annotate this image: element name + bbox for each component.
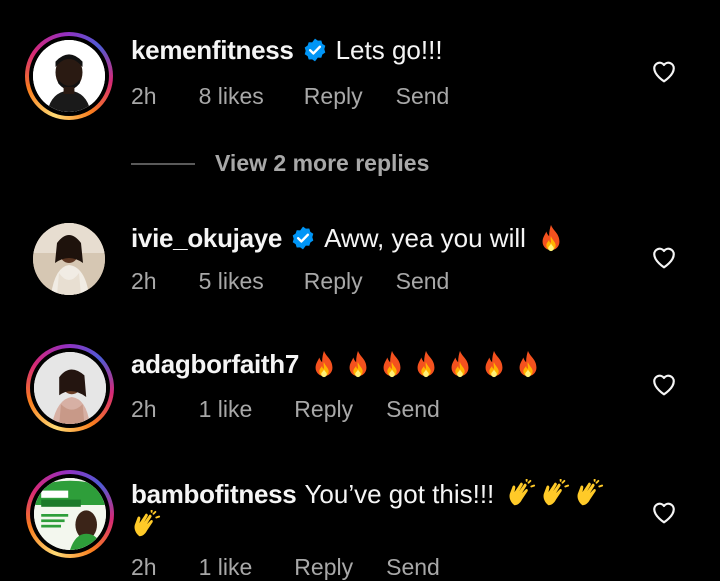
avatar — [34, 478, 106, 550]
replies-divider — [131, 162, 195, 165]
comment-likes-count[interactable]: 1 like — [199, 396, 253, 423]
comment-username[interactable]: bambofitness — [131, 478, 297, 510]
comment-timestamp: 2h — [131, 83, 157, 109]
fire-emoji — [343, 349, 373, 379]
heart-outline-icon[interactable] — [651, 372, 677, 396]
clapping-hands-emoji — [574, 479, 604, 509]
comment-emoji-group — [307, 349, 543, 379]
send-button[interactable]: Send — [386, 396, 440, 423]
comment-text: You’ve got this!!! — [304, 479, 495, 509]
comment-timestamp: 2h — [131, 554, 157, 580]
comment-timestamp: 2h — [131, 268, 157, 294]
view-more-replies-button[interactable]: View 2 more replies — [131, 150, 429, 177]
fire-emoji — [411, 349, 441, 379]
clapping-hands-emoji — [506, 479, 536, 509]
comment-likes-count[interactable]: 5 likes — [199, 268, 264, 295]
comment-username[interactable]: adagborfaith7 — [131, 348, 299, 380]
view-more-replies-label: View 2 more replies — [215, 150, 430, 176]
clapping-hands-emoji — [131, 510, 161, 540]
reply-button[interactable]: Reply — [304, 268, 363, 295]
fire-emoji — [536, 223, 566, 253]
avatar[interactable] — [33, 223, 105, 295]
verified-badge-icon — [302, 37, 328, 63]
send-button[interactable]: Send — [386, 554, 440, 581]
send-button[interactable]: Send — [396, 268, 450, 295]
fire-emoji — [479, 349, 509, 379]
verified-badge-icon — [290, 225, 316, 251]
reply-button[interactable]: Reply — [294, 554, 353, 581]
avatar-story-ring[interactable] — [25, 32, 113, 120]
reply-button[interactable]: Reply — [304, 83, 363, 110]
fire-emoji — [513, 349, 543, 379]
send-button[interactable]: Send — [396, 83, 450, 110]
comment-likes-count[interactable]: 8 likes — [199, 83, 264, 110]
fire-emoji — [309, 349, 339, 379]
fire-emoji — [445, 349, 475, 379]
comment-item: kemenfitness Lets go!!! 2h 8 likes Reply… — [0, 0, 720, 150]
comment-emoji-overflow — [131, 510, 161, 540]
comment-item: ivie_okujaye Aww, yea you will 2h 5 like… — [0, 210, 720, 330]
fire-emoji — [377, 349, 407, 379]
clapping-hands-emoji — [540, 479, 570, 509]
comment-text: Lets go!!! — [335, 35, 443, 65]
comment-emoji-group — [502, 479, 604, 509]
avatar — [34, 352, 106, 424]
reply-button[interactable]: Reply — [294, 396, 353, 423]
comment-username[interactable]: kemenfitness — [131, 34, 294, 66]
comment-text: Aww, yea you will — [324, 223, 526, 253]
comment-item: bambofitness You’ve got this!!! 2h 1 lik… — [0, 470, 720, 581]
avatar-story-ring[interactable] — [26, 470, 114, 558]
heart-outline-icon[interactable] — [651, 245, 677, 269]
avatar — [33, 40, 105, 112]
avatar-story-ring[interactable] — [26, 344, 114, 432]
comment-username[interactable]: ivie_okujaye — [131, 222, 282, 254]
heart-outline-icon[interactable] — [651, 59, 677, 83]
comment-item: adagborfaith7 2h 1 like Reply Send — [0, 330, 720, 470]
heart-outline-icon[interactable] — [651, 500, 677, 524]
comment-timestamp: 2h — [131, 396, 157, 422]
comment-likes-count[interactable]: 1 like — [199, 554, 253, 581]
